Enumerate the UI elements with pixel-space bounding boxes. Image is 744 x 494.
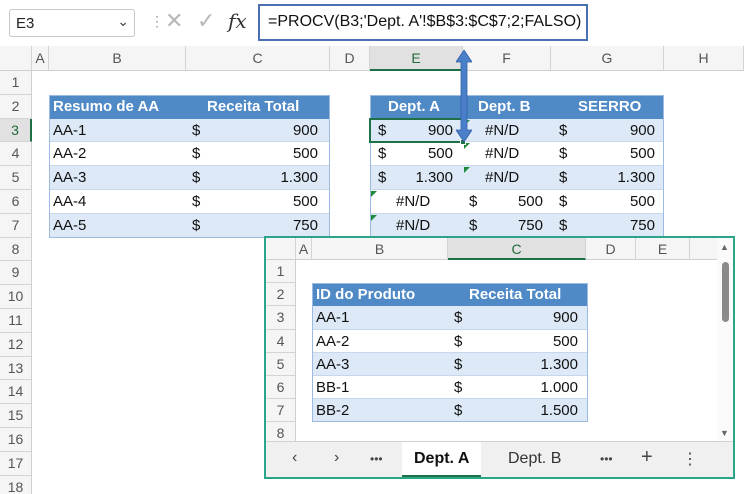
row-header-5[interactable]: 5 — [0, 166, 32, 190]
row-header-7[interactable]: 7 — [0, 213, 32, 238]
scroll-down-icon[interactable]: ▼ — [720, 428, 729, 438]
more-sheets-left-icon[interactable]: ••• — [370, 452, 383, 466]
row-header-2[interactable]: 2 — [266, 283, 296, 307]
active-cell-e3[interactable] — [369, 117, 464, 144]
insert-function-icon[interactable]: fx — [228, 9, 247, 33]
row-header-6[interactable]: 6 — [0, 190, 32, 214]
row-header-9[interactable]: 9 — [0, 261, 32, 286]
row-header-4[interactable]: 4 — [266, 329, 296, 353]
scroll-up-icon[interactable]: ▲ — [720, 242, 729, 252]
check-icon[interactable]: ✓ — [197, 8, 215, 34]
column-header-d[interactable]: D — [586, 238, 636, 260]
column-header-h[interactable]: H — [664, 46, 744, 71]
row-header-3[interactable]: 3 — [0, 118, 32, 143]
sheet-menu-icon[interactable]: ⋮ — [682, 449, 698, 469]
row-header-17[interactable]: 17 — [0, 451, 32, 476]
column-header-f[interactable]: F — [463, 46, 551, 71]
column-header-b[interactable]: B — [312, 238, 448, 260]
name-box[interactable]: E3 ⌄ — [9, 9, 135, 37]
column-header-a[interactable]: A — [32, 46, 49, 71]
row-header-10[interactable]: 10 — [0, 285, 32, 309]
tab-dept-a[interactable]: Dept. A — [402, 442, 482, 477]
select-all-corner[interactable] — [0, 46, 32, 71]
vertical-scrollbar[interactable]: ▲ ▼ — [717, 238, 733, 443]
column-header-c[interactable]: C — [448, 238, 586, 260]
row-header-15[interactable]: 15 — [0, 404, 32, 428]
lookup-table-border — [370, 94, 664, 238]
column-header-e[interactable]: E — [636, 238, 690, 260]
dept-a-sheet-window: A B C D E 1 2 3 4 5 6 7 8 ID do Produto Receita Total A… — [264, 236, 735, 479]
row-header-3[interactable]: 3 — [266, 306, 296, 330]
column-header-d[interactable]: D — [330, 46, 370, 71]
row-header-6[interactable]: 6 — [266, 376, 296, 400]
scroll-thumb[interactable] — [722, 262, 729, 322]
row-header-13[interactable]: 13 — [0, 356, 32, 381]
formula-input[interactable]: =PROCV(B3;'Dept. A'!$B$3:$C$7;2;FALSO) — [258, 4, 588, 41]
formula-text: =PROCV(B3;'Dept. A'!$B$3:$C$7;2;FALSO) — [268, 13, 582, 30]
cancel-icon[interactable]: ✕ — [165, 8, 183, 34]
column-header-g[interactable]: G — [551, 46, 664, 71]
prev-sheet-icon[interactable]: ‹ — [292, 449, 297, 467]
tab-dept-b[interactable]: Dept. B — [498, 442, 571, 477]
arrow-icon — [456, 50, 472, 142]
formula-bar-separator: ⋮ — [150, 13, 165, 29]
row-header-1[interactable]: 1 — [0, 71, 32, 95]
row-header-18[interactable]: 18 — [0, 475, 32, 494]
select-all-corner[interactable] — [266, 238, 296, 260]
row-header-11[interactable]: 11 — [0, 309, 32, 333]
product-table-border — [312, 283, 588, 423]
row-header-5[interactable]: 5 — [266, 352, 296, 376]
column-header-b[interactable]: B — [49, 46, 186, 71]
row-header-12[interactable]: 12 — [0, 332, 32, 357]
column-header-e[interactable]: E — [370, 46, 463, 71]
chevron-down-icon[interactable]: ⌄ — [117, 13, 129, 30]
add-sheet-icon[interactable]: + — [641, 446, 653, 469]
row-header-16[interactable]: 16 — [0, 428, 32, 452]
row-header-8[interactable]: 8 — [0, 237, 32, 262]
row-header-2[interactable]: 2 — [0, 94, 32, 119]
column-header-f[interactable] — [690, 238, 718, 260]
more-sheets-right-icon[interactable]: ••• — [600, 452, 613, 466]
formula-bar: E3 ⌄ ⋮ ✕ ✓ fx =PROCV(B3;'Dept. A'!$B$3:$… — [0, 0, 744, 46]
column-header-c[interactable]: C — [186, 46, 330, 71]
column-header-a[interactable]: A — [296, 238, 312, 260]
row-header-7[interactable]: 7 — [266, 399, 296, 423]
next-sheet-icon[interactable]: › — [334, 449, 339, 467]
row-header-4[interactable]: 4 — [0, 142, 32, 167]
row-header-14[interactable]: 14 — [0, 380, 32, 405]
row-header-1[interactable]: 1 — [266, 260, 296, 284]
sheet-tab-bar: ‹ › ••• Dept. A Dept. B ••• + ⋮ — [266, 441, 733, 477]
summary-table-border — [49, 94, 330, 238]
name-box-value: E3 — [16, 15, 35, 32]
